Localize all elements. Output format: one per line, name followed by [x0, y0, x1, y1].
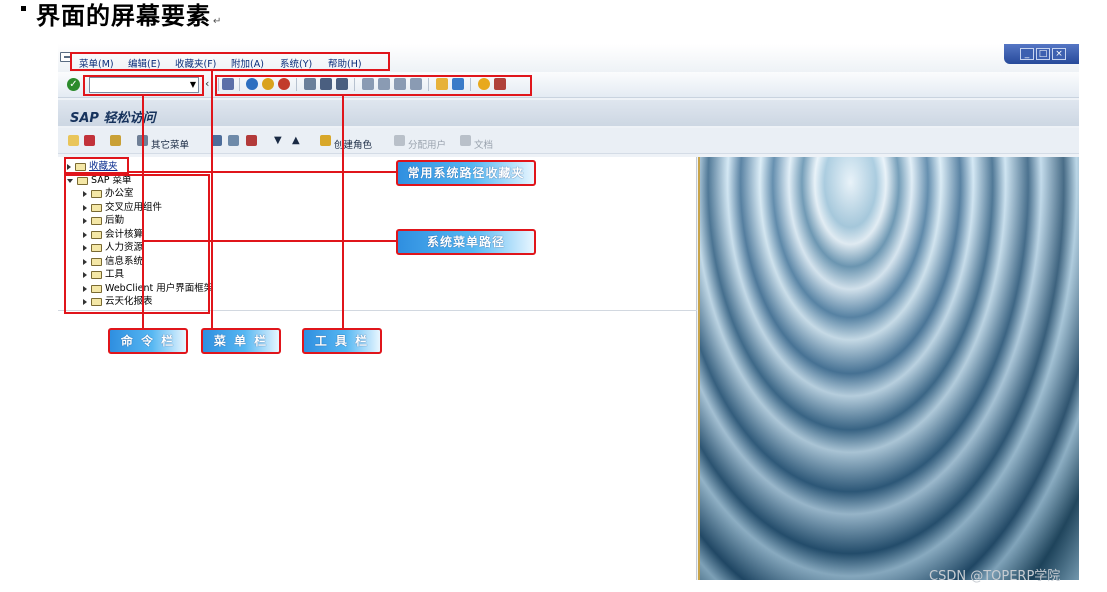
delete-favorite-icon[interactable]: [228, 135, 239, 146]
image-overlay: [698, 157, 1079, 580]
document-icon: [460, 135, 471, 146]
minimize-button[interactable]: _: [1020, 48, 1034, 60]
move-up-icon[interactable]: ▲: [292, 135, 300, 146]
close-button[interactable]: ×: [1052, 48, 1066, 60]
edit-favorites-icon[interactable]: [110, 135, 121, 146]
command-field-highlight: [83, 75, 204, 96]
system-menu-callout: 系统菜单路径: [396, 229, 536, 255]
sap-menu-highlight: [64, 174, 210, 314]
image-border: [698, 157, 700, 580]
toolbar-callout: 工 具 栏: [302, 328, 382, 354]
change-favorite-icon[interactable]: [246, 135, 257, 146]
sap-menu-icon[interactable]: [84, 135, 95, 146]
system-menu-connector: [142, 240, 397, 242]
window-controls: _ □ ×: [1004, 44, 1079, 64]
watermark: CSDN @TOPERP学院: [929, 569, 1061, 584]
menu-connector: [211, 71, 213, 328]
assign-user-icon: [394, 135, 405, 146]
create-role-icon[interactable]: [320, 135, 331, 146]
favorites-connector: [129, 171, 397, 173]
create-role-button[interactable]: 创建角色: [334, 137, 372, 151]
maximize-button[interactable]: □: [1036, 48, 1050, 60]
move-down-icon[interactable]: ▼: [274, 135, 282, 146]
command-connector: [142, 96, 144, 328]
toolbar-connector: [342, 96, 344, 328]
document-button: 文档: [474, 140, 494, 151]
heading-bullet: [21, 6, 26, 11]
water-ripple-image: [698, 157, 1079, 580]
check-icon[interactable]: ✓: [67, 78, 80, 91]
user-menu-icon[interactable]: [68, 135, 79, 146]
doc-title-text: 界面的屏幕要素: [36, 2, 211, 30]
menu-bar-highlight: [70, 52, 390, 71]
other-menu-button[interactable]: 其它菜单: [151, 137, 189, 151]
toolbar-highlight: [215, 75, 532, 96]
menu-bar-callout: 菜 单 栏: [201, 328, 281, 354]
collapse-icon[interactable]: ‹: [205, 77, 209, 90]
return-mark: ↵: [213, 16, 223, 27]
favorites-highlight: [64, 157, 129, 174]
doc-title: 界面的屏幕要素 ↵: [36, 0, 222, 38]
favorites-callout: 常用系统路径收藏夹: [396, 160, 536, 186]
command-bar-callout: 命 令 栏: [108, 328, 188, 354]
assign-user-button: 分配用户: [408, 140, 447, 151]
